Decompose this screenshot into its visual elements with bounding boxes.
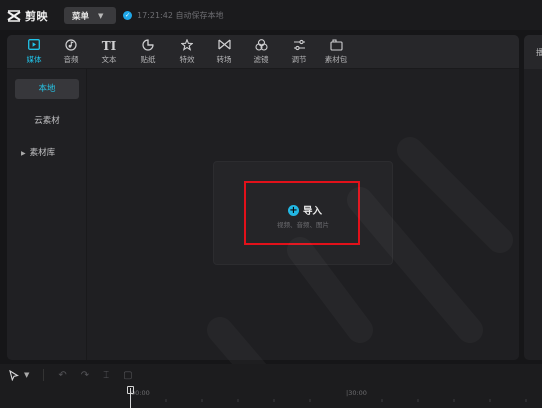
tab-adjust[interactable]: 调节 [281, 35, 317, 69]
playhead-handle[interactable] [127, 386, 134, 394]
player-panel: 播 [524, 35, 542, 360]
check-icon: ✓ [123, 11, 132, 20]
tab-adjust-label: 调节 [291, 55, 307, 64]
timeline: ▼ ↶ ↷ ⌶ ▢ 00:00 |30:00 [0, 364, 542, 408]
asset-toolbar: 媒体 音频 TI 文本 贴纸 特效 转场 滤镜 调节 素材包 [7, 35, 519, 69]
material-pack-icon [318, 35, 354, 53]
capcut-logo-icon [7, 10, 21, 22]
tab-sticker-label: 贴纸 [140, 55, 156, 64]
media-icon [16, 35, 52, 53]
caret-right-icon: ▶ [21, 150, 26, 157]
nav-cloud-label: 云素材 [34, 116, 60, 126]
tab-sticker[interactable]: 贴纸 [130, 35, 166, 69]
nav-local[interactable]: 本地 [15, 79, 79, 99]
tab-audio[interactable]: 音频 [53, 35, 89, 69]
chevron-down-icon: ▼ [98, 11, 104, 20]
delete-icon[interactable]: ▢ [123, 370, 132, 381]
player-title: 播 [536, 48, 542, 57]
menu-button[interactable]: 菜单 ▼ [64, 7, 116, 24]
adjust-icon [281, 35, 317, 53]
audio-icon [53, 35, 89, 53]
tab-filter[interactable]: 滤镜 [243, 35, 279, 69]
tab-material-pack[interactable]: 素材包 [318, 35, 354, 69]
transition-icon [206, 35, 242, 53]
time-label-mark: |30:00 [346, 389, 367, 397]
cursor-icon [9, 369, 19, 381]
autosave-status: ✓ 17:21:42 自动保存本地 [123, 10, 223, 21]
undo-icon[interactable]: ↶ [58, 370, 66, 381]
tab-text[interactable]: TI 文本 [91, 35, 127, 69]
effects-icon [169, 35, 205, 53]
chevron-down-icon: ▼ [24, 371, 30, 379]
media-source-nav: 本地 云素材 ▶ 素材库 [7, 69, 87, 360]
select-tool[interactable]: ▼ [9, 369, 30, 381]
nav-local-label: 本地 [38, 84, 56, 94]
app-title: 剪映 [25, 10, 48, 23]
ruler-ticks [165, 399, 527, 402]
split-icon[interactable]: ⌶ [103, 370, 109, 381]
timeline-ruler: 00:00 |30:00 [0, 386, 542, 408]
player-header: 播 [524, 35, 542, 69]
playhead[interactable] [127, 386, 134, 408]
nav-material-library[interactable]: ▶ 素材库 [15, 143, 79, 163]
filter-icon [243, 35, 279, 53]
tab-filter-label: 滤镜 [253, 55, 269, 64]
divider [43, 369, 45, 381]
tab-transition-label: 转场 [216, 55, 232, 64]
sticker-icon [130, 35, 166, 53]
tab-effects-label: 特效 [179, 55, 195, 64]
timeline-toolbar: ▼ ↶ ↷ ⌶ ▢ [0, 364, 542, 386]
nav-library-label: 素材库 [29, 148, 56, 158]
annotation-highlight-box [244, 181, 360, 245]
autosave-text: 17:21:42 自动保存本地 [137, 11, 224, 20]
tab-text-label: 文本 [101, 55, 117, 64]
redo-icon[interactable]: ↷ [81, 370, 89, 381]
text-icon: TI [101, 39, 117, 53]
tab-effects[interactable]: 特效 [169, 35, 205, 69]
app-logo: 剪映 [7, 8, 48, 24]
title-bar: 剪映 菜单 ▼ ✓ 17:21:42 自动保存本地 [0, 0, 542, 30]
tab-audio-label: 音频 [63, 55, 79, 64]
tab-material-pack-label: 素材包 [324, 55, 348, 64]
menu-label: 菜单 [72, 11, 90, 22]
tab-transition[interactable]: 转场 [206, 35, 242, 69]
tab-media[interactable]: 媒体 [16, 35, 52, 69]
tab-media-label: 媒体 [26, 55, 42, 64]
nav-cloud-material[interactable]: 云素材 [15, 111, 79, 131]
